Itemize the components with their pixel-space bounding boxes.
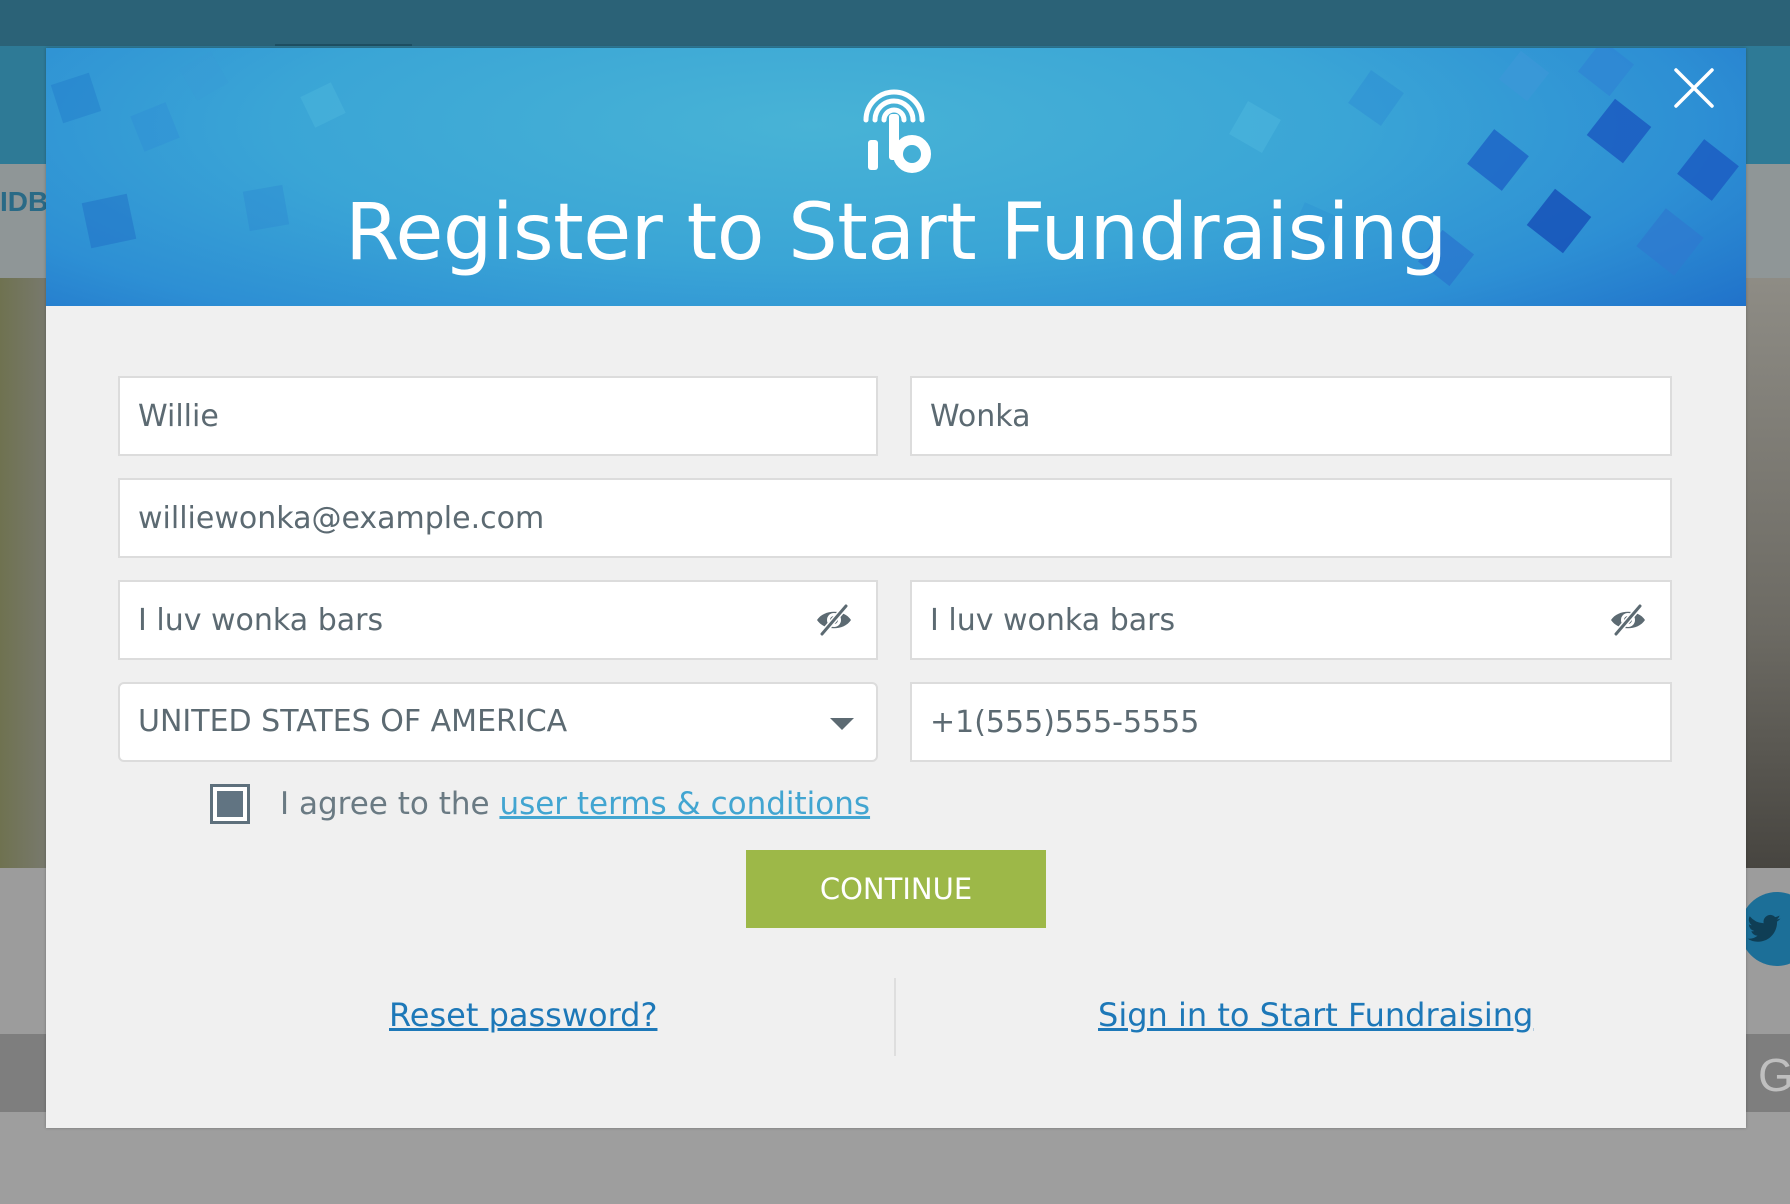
- last-name-field[interactable]: [910, 376, 1672, 456]
- last-name-input[interactable]: [930, 378, 1598, 454]
- checkbox-checked-mark: [217, 791, 243, 817]
- background-top-bar: [0, 0, 1790, 47]
- password-field[interactable]: [118, 580, 878, 660]
- modal-title: Register to Start Fundraising: [345, 188, 1447, 278]
- country-select[interactable]: UNITED STATES OF AMERICA: [118, 682, 878, 762]
- caret-down-icon: [830, 718, 854, 730]
- email-field[interactable]: [118, 478, 1672, 558]
- background-nav-text: IDB: [0, 186, 49, 217]
- continue-button[interactable]: CONTINUE: [746, 850, 1046, 928]
- background-footer-text: G: [1758, 1049, 1790, 1101]
- phone-input[interactable]: [930, 684, 1598, 760]
- email-input[interactable]: [138, 480, 1638, 556]
- sign-in-link[interactable]: Sign in to Start Fundraising: [1098, 996, 1533, 1034]
- eye-slash-icon[interactable]: [1608, 602, 1648, 638]
- terms-agree-text: I agree to the user terms & conditions: [280, 784, 870, 824]
- modal-header: Register to Start Fundraising: [46, 48, 1746, 306]
- password-input[interactable]: [138, 582, 804, 658]
- close-x-icon[interactable]: [1666, 60, 1722, 116]
- eye-slash-icon[interactable]: [814, 602, 854, 638]
- ib-fingerprint-logo-icon: [863, 89, 931, 173]
- first-name-field[interactable]: [118, 376, 878, 456]
- register-modal: Register to Start Fundraising Willie Won…: [46, 48, 1746, 1128]
- reset-password-link[interactable]: Reset password?: [389, 996, 657, 1034]
- first-name-input[interactable]: [138, 378, 804, 454]
- confirm-password-input[interactable]: [930, 582, 1598, 658]
- country-selected-value: UNITED STATES OF AMERICA: [138, 704, 568, 739]
- terms-checkbox[interactable]: [210, 784, 250, 824]
- terms-conditions-link[interactable]: user terms & conditions: [499, 786, 870, 822]
- phone-field[interactable]: [910, 682, 1672, 762]
- links-divider: [894, 978, 896, 1056]
- background-hero-edge: [1740, 278, 1790, 868]
- terms-prefix: I agree to the: [280, 786, 500, 822]
- confirm-password-field[interactable]: [910, 580, 1672, 660]
